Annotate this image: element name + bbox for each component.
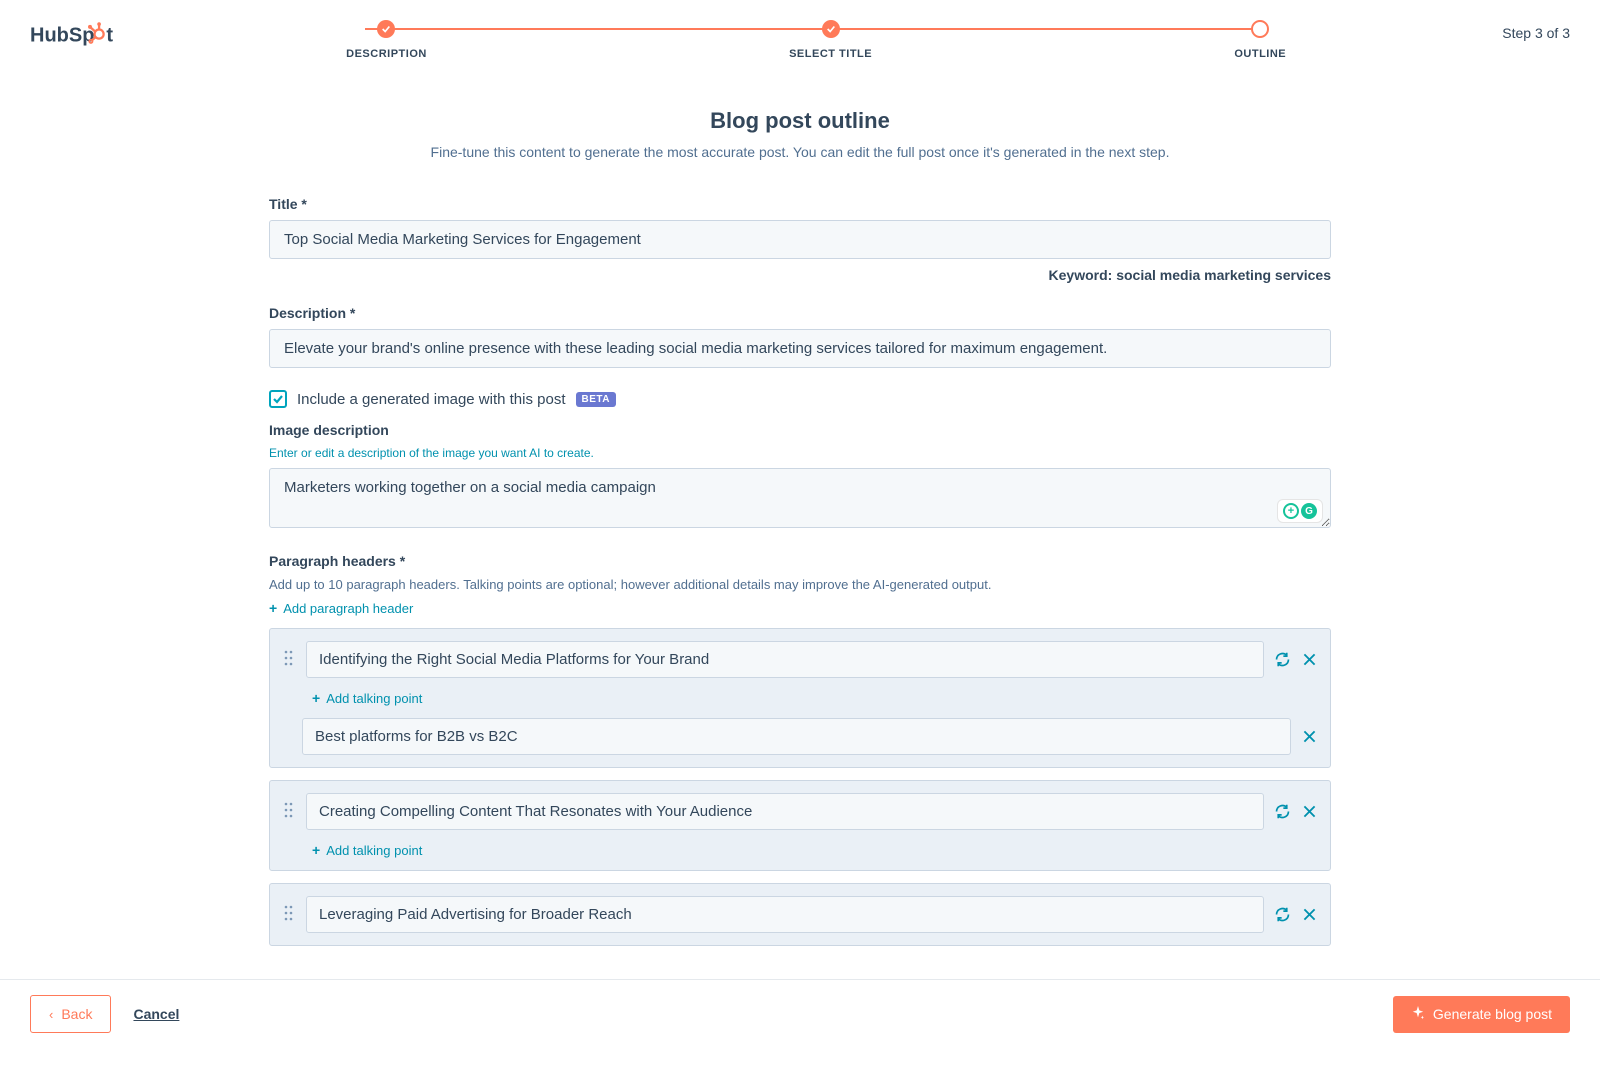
svg-text:HubSp: HubSp bbox=[30, 24, 94, 46]
stepper: DESCRIPTION SELECT TITLE OUTLINE bbox=[130, 20, 1502, 60]
cancel-button[interactable]: Cancel bbox=[133, 1006, 179, 1022]
title-input[interactable] bbox=[269, 220, 1331, 259]
step-outline[interactable]: OUTLINE bbox=[1234, 20, 1286, 60]
regenerate-icon[interactable] bbox=[1274, 803, 1291, 820]
grammarly-add-icon: + bbox=[1283, 503, 1299, 519]
svg-text:t: t bbox=[106, 24, 113, 46]
footer: ‹ Back Cancel Generate blog post bbox=[0, 979, 1600, 1048]
regenerate-icon[interactable] bbox=[1274, 651, 1291, 668]
plus-icon: + bbox=[312, 690, 320, 706]
check-icon bbox=[377, 20, 395, 38]
close-icon[interactable] bbox=[1301, 728, 1318, 745]
step-counter: Step 3 of 3 bbox=[1502, 20, 1570, 41]
sparkle-icon bbox=[1411, 1006, 1425, 1023]
paragraph-header-card: + Add talking point bbox=[269, 628, 1331, 768]
drag-handle-icon[interactable] bbox=[282, 649, 296, 670]
close-icon[interactable] bbox=[1301, 803, 1318, 820]
add-paragraph-header-button[interactable]: + Add paragraph header bbox=[269, 600, 413, 616]
plus-icon: + bbox=[312, 842, 320, 858]
image-description-label: Image description bbox=[269, 422, 1331, 438]
image-description-hint: Enter or edit a description of the image… bbox=[269, 446, 1331, 460]
paragraph-header-input[interactable] bbox=[306, 896, 1264, 933]
include-image-label: Include a generated image with this post bbox=[297, 391, 566, 408]
image-description-input[interactable] bbox=[269, 468, 1331, 528]
paragraph-header-card: + Add talking point bbox=[269, 780, 1331, 871]
paragraph-headers-hint: Add up to 10 paragraph headers. Talking … bbox=[269, 577, 1331, 592]
description-label: Description * bbox=[269, 305, 1331, 321]
page-title: Blog post outline bbox=[269, 108, 1331, 134]
talking-point-input[interactable] bbox=[302, 718, 1291, 755]
paragraph-header-input[interactable] bbox=[306, 641, 1264, 678]
step-description[interactable]: DESCRIPTION bbox=[346, 20, 427, 60]
check-icon bbox=[822, 20, 840, 38]
generate-blog-post-button[interactable]: Generate blog post bbox=[1393, 996, 1570, 1033]
keyword-line: Keyword: social media marketing services bbox=[269, 267, 1331, 283]
drag-handle-icon[interactable] bbox=[282, 801, 296, 822]
back-button[interactable]: ‹ Back bbox=[30, 995, 111, 1033]
paragraph-headers-label: Paragraph headers * bbox=[269, 553, 1331, 569]
add-talking-point-button[interactable]: + Add talking point bbox=[312, 842, 422, 858]
paragraph-header-input[interactable] bbox=[306, 793, 1264, 830]
step-select-title[interactable]: SELECT TITLE bbox=[789, 20, 872, 60]
hubspot-logo: HubSp t bbox=[30, 20, 130, 53]
beta-badge: BETA bbox=[576, 392, 616, 407]
paragraph-header-card bbox=[269, 883, 1331, 946]
regenerate-icon[interactable] bbox=[1274, 906, 1291, 923]
grammarly-icon: G bbox=[1301, 503, 1317, 519]
add-talking-point-button[interactable]: + Add talking point bbox=[312, 690, 422, 706]
plus-icon: + bbox=[269, 600, 277, 616]
description-input[interactable] bbox=[269, 329, 1331, 368]
close-icon[interactable] bbox=[1301, 906, 1318, 923]
current-step-icon bbox=[1251, 20, 1269, 38]
drag-handle-icon[interactable] bbox=[282, 904, 296, 925]
grammarly-widget[interactable]: + G bbox=[1277, 499, 1323, 523]
include-image-checkbox[interactable] bbox=[269, 390, 287, 408]
page-subtitle: Fine-tune this content to generate the m… bbox=[269, 144, 1331, 160]
chevron-left-icon: ‹ bbox=[49, 1007, 53, 1022]
close-icon[interactable] bbox=[1301, 651, 1318, 668]
title-label: Title * bbox=[269, 196, 1331, 212]
